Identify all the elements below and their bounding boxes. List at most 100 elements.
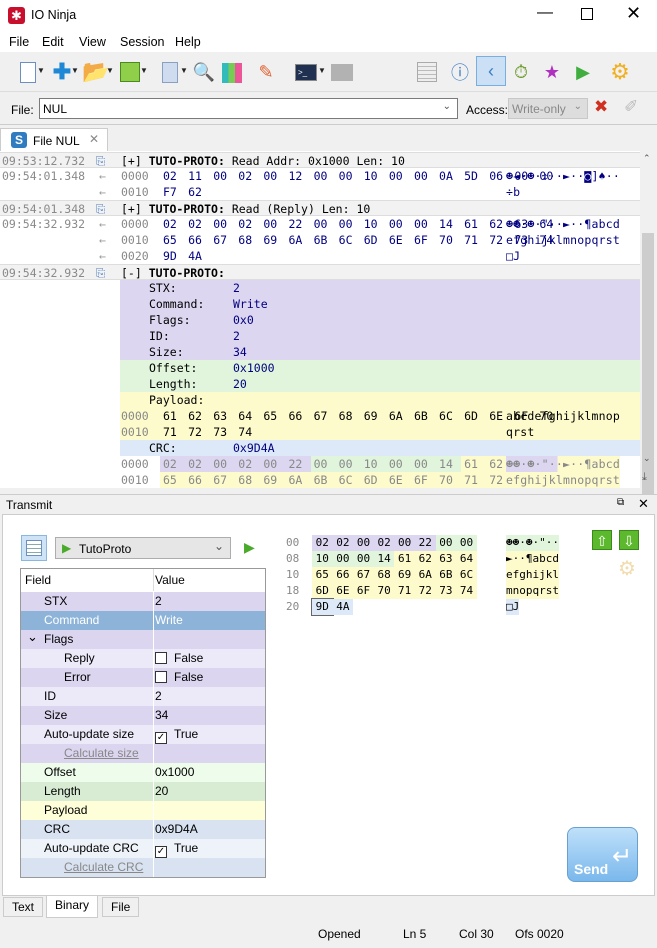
hex-byte[interactable]: 02: [312, 535, 333, 551]
expand-toggle[interactable]: [-]: [121, 266, 142, 280]
packet-icon[interactable]: ‹: [476, 56, 506, 86]
grid-row[interactable]: STX 2: [21, 592, 265, 611]
close-tab-icon[interactable]: ✕: [89, 132, 99, 146]
terminal-icon[interactable]: >_: [292, 58, 320, 86]
hex-byte[interactable]: 22: [414, 535, 436, 551]
float-panel-icon[interactable]: ⧉: [617, 497, 624, 508]
grid-field-value[interactable]: 0x1000: [153, 763, 194, 782]
calculate-link[interactable]: Calculate CRC: [64, 858, 143, 877]
grid-row[interactable]: Auto-update size ✓ True: [21, 725, 265, 744]
hex-byte[interactable]: 64: [456, 551, 477, 567]
hex-byte[interactable]: 00: [456, 535, 477, 551]
hex-byte[interactable]: 74: [456, 583, 477, 599]
tab-text[interactable]: Text: [3, 897, 44, 917]
hex-byte[interactable]: 6D: [312, 583, 333, 599]
maximize-icon[interactable]: [581, 8, 593, 20]
clear-log-icon[interactable]: ✎: [252, 58, 280, 86]
chevron-down-icon[interactable]: ▼: [106, 66, 114, 75]
hex-byte[interactable]: 00: [332, 551, 354, 567]
checkbox[interactable]: [155, 671, 167, 683]
menu-view[interactable]: View: [79, 35, 106, 49]
chevron-down-icon[interactable]: ▼: [318, 66, 326, 75]
grid-field-value[interactable]: False: [153, 649, 203, 668]
grid-field-value[interactable]: [153, 630, 155, 649]
hex-byte[interactable]: 6E: [332, 583, 354, 599]
arrow-up-icon[interactable]: ⇧: [592, 530, 612, 550]
log-view[interactable]: 09:53:12.732 ⎘ [+] TUTO-PROTO: Read Addr: …: [0, 151, 640, 488]
terminal-disabled-icon[interactable]: [328, 58, 356, 86]
grid-row[interactable]: Error False: [21, 668, 265, 687]
grid-field-value[interactable]: 20: [153, 782, 168, 801]
disconnect-icon[interactable]: ✖: [594, 97, 608, 117]
hex-byte[interactable]: 02: [373, 535, 395, 551]
hex-byte[interactable]: 00: [435, 535, 457, 551]
timer-icon[interactable]: ⏱: [507, 58, 535, 86]
log-packet-summary[interactable]: [-] TUTO-PROTO:: [121, 265, 225, 281]
chevron-down-icon[interactable]: ▼: [180, 66, 188, 75]
hex-byte[interactable]: 9D: [311, 598, 334, 616]
tab-file[interactable]: File: [102, 897, 140, 917]
checkbox[interactable]: ✓: [155, 846, 167, 858]
hex-byte[interactable]: 72: [414, 583, 436, 599]
hex-byte[interactable]: 00: [394, 535, 415, 551]
play-script-icon[interactable]: ▶: [569, 58, 597, 86]
log-packet-summary[interactable]: [+] TUTO-PROTO: Read (Reply) Len: 10: [121, 201, 370, 217]
hex-byte[interactable]: 02: [332, 535, 354, 551]
minimize-icon[interactable]: —: [537, 4, 553, 22]
access-combo[interactable]: Write-only ⌄: [508, 98, 588, 119]
value-column-header[interactable]: Value: [153, 569, 185, 591]
protocol-combo[interactable]: ▶ TutoProto ⌄: [55, 537, 231, 559]
grid-row[interactable]: Command Write: [21, 611, 265, 630]
grid-field-value[interactable]: False: [153, 668, 203, 687]
highlighter-icon[interactable]: [222, 63, 242, 83]
hex-byte[interactable]: 73: [435, 583, 457, 599]
log-scrollbar[interactable]: ⌃ ⌄ ⤓: [640, 151, 656, 503]
find-icon[interactable]: 🔍: [190, 58, 218, 86]
hex-byte[interactable]: 00: [353, 551, 374, 567]
grid-field-value[interactable]: 2: [153, 592, 162, 611]
grid-row[interactable]: Length 20: [21, 782, 265, 801]
grid-field-value[interactable]: 0x9D4A: [153, 820, 198, 839]
grid-row[interactable]: Auto-update CRC ✓ True: [21, 839, 265, 858]
hex-byte[interactable]: 6B: [435, 567, 457, 583]
grid-row[interactable]: Offset 0x1000: [21, 763, 265, 782]
grid-field-value[interactable]: 2: [153, 687, 162, 706]
grid-field-value[interactable]: Write: [153, 611, 183, 630]
hex-byte[interactable]: 6F: [353, 583, 374, 599]
hex-byte[interactable]: 61: [394, 551, 415, 567]
scroll-up-icon[interactable]: ⌃: [643, 153, 651, 164]
checkbox[interactable]: ✓: [155, 732, 167, 744]
grid-row[interactable]: Calculate size: [21, 744, 265, 763]
hex-byte[interactable]: 65: [312, 567, 333, 583]
grid-row[interactable]: CRC 0x9D4A: [21, 820, 265, 839]
hex-byte[interactable]: 69: [394, 567, 415, 583]
menu-edit[interactable]: Edit: [42, 35, 64, 49]
menu-session[interactable]: Session: [120, 35, 164, 49]
grid-row[interactable]: Size 34: [21, 706, 265, 725]
grid-field-value[interactable]: ✓ True: [153, 839, 198, 858]
settings-icon[interactable]: ⚙: [618, 556, 636, 581]
checkbox[interactable]: [155, 652, 167, 664]
grid-field-value[interactable]: 34: [153, 706, 168, 725]
star-icon[interactable]: ★: [538, 58, 566, 86]
expand-chevron-icon[interactable]: ⌄: [27, 627, 38, 646]
grid-field-value[interactable]: [153, 801, 155, 820]
menu-help[interactable]: Help: [175, 35, 201, 49]
hex-byte[interactable]: 6C: [456, 567, 477, 583]
grid-row[interactable]: Reply False: [21, 649, 265, 668]
grid-field-value[interactable]: [153, 858, 155, 877]
hex-byte[interactable]: 4A: [332, 599, 354, 615]
session-tab[interactable]: S File NUL ✕: [0, 128, 108, 152]
property-grid-toggle-icon[interactable]: [21, 535, 47, 561]
arrow-down-icon[interactable]: ⇩: [619, 530, 639, 550]
edit-script-icon[interactable]: ▶: [244, 539, 255, 556]
send-button[interactable]: Send ↵: [567, 827, 638, 882]
chevron-down-icon[interactable]: ▼: [37, 66, 45, 75]
grid-row[interactable]: Payload: [21, 801, 265, 820]
log-filter-icon[interactable]: [413, 58, 441, 86]
hex-byte[interactable]: 68: [373, 567, 395, 583]
grid-row[interactable]: Calculate CRC: [21, 858, 265, 877]
menu-file[interactable]: File: [9, 35, 29, 49]
settings-icon[interactable]: ⚙: [606, 58, 634, 86]
hex-byte[interactable]: 10: [312, 551, 333, 567]
